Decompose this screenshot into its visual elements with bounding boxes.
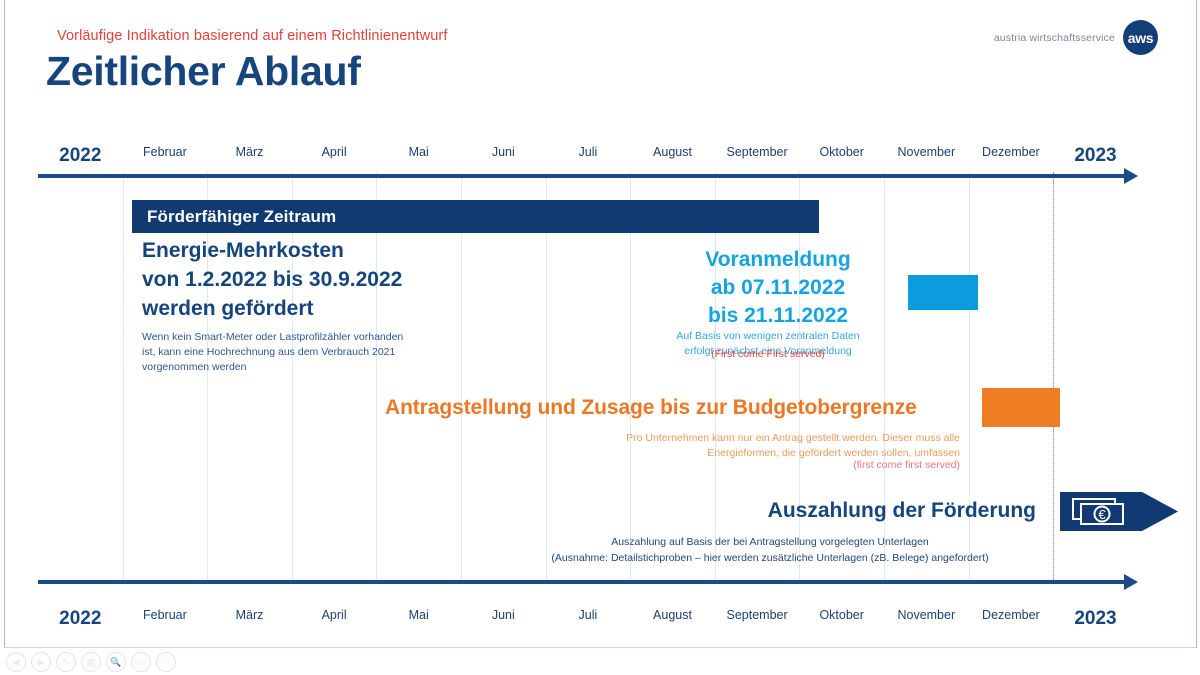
axis-label-februar: Februar <box>143 608 187 622</box>
energie-mehrkosten-note: Wenn kein Smart-Meter oder Lastprofilzäh… <box>142 331 404 373</box>
gridline <box>207 172 209 580</box>
slide-bottom-border <box>4 647 1196 648</box>
bar-auszahlung-arrow: € <box>1060 492 1178 531</box>
bar-voranmeldung <box>908 275 978 310</box>
voranmeldung-first-come-first-served: (First come First served) <box>711 348 825 360</box>
gridline <box>122 172 124 580</box>
grid-view-icon[interactable]: ▦ <box>81 652 101 672</box>
svg-text:€: € <box>1098 507 1106 522</box>
logo-wordmark: austria wirtschaftsservice <box>993 31 1115 44</box>
antragstellung-note: Pro Unternehmen kann nur ein Antrag gest… <box>626 432 960 460</box>
axis-label-september: September <box>726 145 788 159</box>
zoom-tool-icon[interactable]: 🔍 <box>106 652 126 672</box>
axis-label-juni: Juni <box>491 608 515 622</box>
axis-label-2022: 2022 <box>59 145 102 166</box>
axis-label-november: November <box>897 608 956 622</box>
timeline-axis-top-arrow-icon <box>1124 168 1138 184</box>
presentation-toolbar[interactable]: ◀ ▶ ✎ ▦ 🔍 ▭ ⋯ <box>0 649 1200 675</box>
axis-label-april: April <box>321 145 347 159</box>
more-options-icon[interactable]: ⋯ <box>156 652 176 672</box>
next-slide-icon[interactable]: ▶ <box>31 652 51 672</box>
axis-label-märz: März <box>235 608 264 622</box>
gridline <box>291 172 293 580</box>
axis-label-oktober: Oktober <box>819 608 864 622</box>
voranmeldung-heading: Voranmeldung ab 07.11.2022 bis 21.11.202… <box>705 248 851 328</box>
axis-label-oktober: Oktober <box>819 145 864 159</box>
timeline-axis-bottom <box>38 580 1125 584</box>
energie-mehrkosten-heading: Energie-Mehrkosten von 1.2.2022 bis 30.9… <box>142 239 403 320</box>
gridline <box>545 172 547 580</box>
euro-banknote-icon: € <box>1072 498 1134 531</box>
axis-label-juli: Juli <box>578 608 598 622</box>
axis-label-april: April <box>321 608 347 622</box>
page-title: Zeitlicher Ablauf <box>46 48 361 94</box>
auszahlung-note: Auszahlung auf Basis der bei Antragstell… <box>551 536 989 564</box>
axis-label-mai: Mai <box>408 145 429 159</box>
antragstellung-first-come-first-served: (first come first served) <box>853 459 960 471</box>
gridline <box>376 172 378 580</box>
gridline <box>461 172 462 580</box>
slide-kicker-text: Vorläufige Indikation basierend auf eine… <box>57 28 448 44</box>
timeline-axis-top <box>38 174 1125 178</box>
bar-foerderfaehiger-zeitraum: Förderfähiger Zeitraum <box>132 200 819 233</box>
slide-left-border <box>4 0 5 648</box>
axis-label-märz: März <box>235 145 264 159</box>
auszahlung-heading: Auszahlung der Förderung <box>767 499 1036 522</box>
axis-label-juli: Juli <box>578 145 598 159</box>
previous-slide-icon[interactable]: ◀ <box>6 652 26 672</box>
aws-logo: austria wirtschaftsservice aws <box>994 20 1158 55</box>
axis-label-2022: 2022 <box>59 608 102 629</box>
axis-label-2023: 2023 <box>1074 145 1117 166</box>
axis-label-mai: Mai <box>408 608 429 622</box>
presenter-view-icon[interactable]: ▭ <box>131 652 151 672</box>
axis-label-2023: 2023 <box>1074 608 1117 629</box>
axis-label-august: August <box>653 608 692 622</box>
axis-label-august: August <box>653 145 692 159</box>
axis-label-juni: Juni <box>491 145 515 159</box>
bar-antragstellung <box>982 388 1060 427</box>
axis-label-november: November <box>897 145 956 159</box>
slide-right-border <box>1196 0 1197 648</box>
antragstellung-heading: Antragstellung und Zusage bis zur Budget… <box>385 396 917 419</box>
axis-label-dezember: Dezember <box>982 145 1040 159</box>
year-divider-line <box>1053 172 1055 584</box>
presentation-slide: Vorläufige Indikation basierend auf eine… <box>0 0 1200 675</box>
pen-tool-icon[interactable]: ✎ <box>56 652 76 672</box>
timeline-axis-bottom-arrow-icon <box>1124 574 1138 590</box>
logo-mark-icon: aws <box>1123 20 1158 55</box>
axis-label-dezember: Dezember <box>982 608 1040 622</box>
axis-label-februar: Februar <box>143 145 187 159</box>
bar-foerderfaehiger-zeitraum-label: Förderfähiger Zeitraum <box>147 206 337 226</box>
axis-label-september: September <box>726 608 788 622</box>
